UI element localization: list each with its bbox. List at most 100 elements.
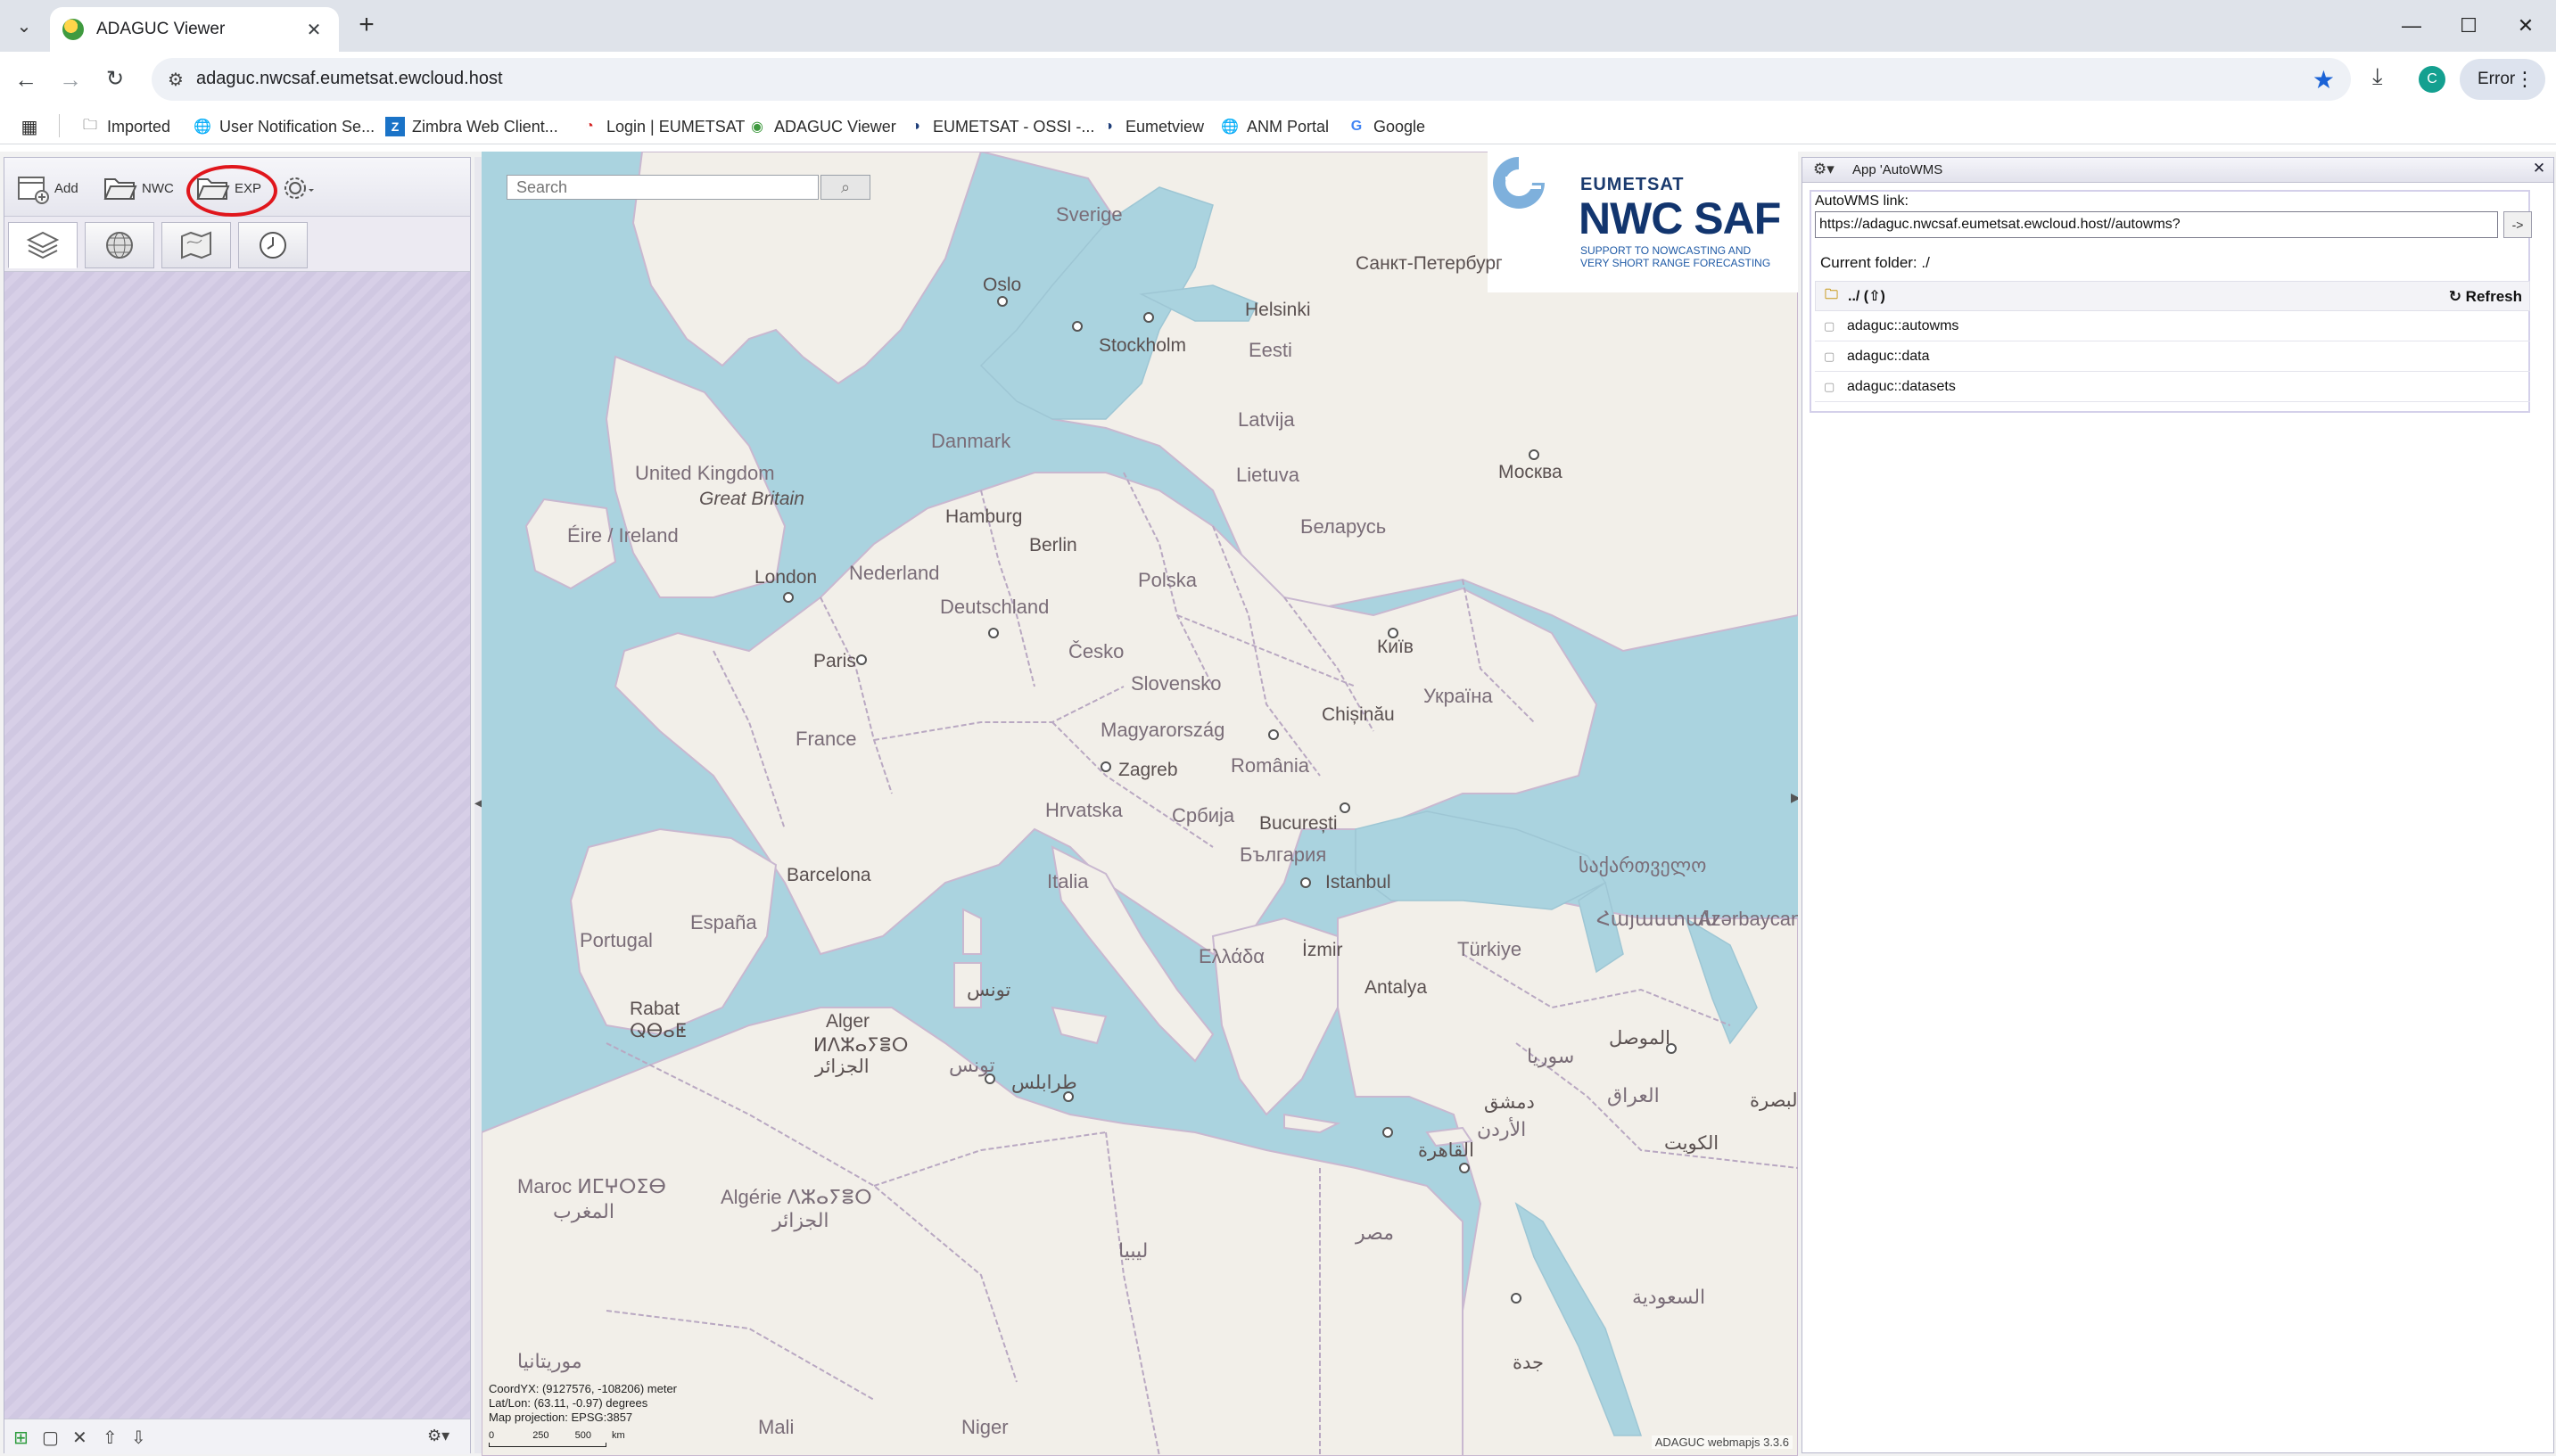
list-item[interactable]: ▢ adaguc::autowms bbox=[1815, 311, 2530, 341]
address-url[interactable]: adaguc.nwcsaf.eumetsat.ewcloud.host bbox=[196, 69, 503, 89]
settings-menu-button[interactable] bbox=[279, 169, 318, 208]
move-down-icon[interactable]: ⇩ bbox=[131, 1427, 146, 1449]
close-window-button[interactable]: ✕ bbox=[2497, 0, 2554, 52]
map-label: Portugal bbox=[580, 929, 653, 951]
logo-tagline-1: SUPPORT TO NOWCASTING AND bbox=[1580, 244, 1752, 257]
delete-layer-icon[interactable]: ✕ bbox=[72, 1427, 87, 1449]
coord-xy: CoordYX: (9127576, -108206) meter bbox=[489, 1382, 678, 1395]
duplicate-layer-icon[interactable]: ▢ bbox=[42, 1427, 59, 1449]
map-label: ليبيا bbox=[1118, 1239, 1149, 1262]
map-label: Hrvatska bbox=[1045, 799, 1123, 821]
bookmark-zimbra[interactable]: Z Zimbra Web Client... bbox=[385, 114, 558, 139]
bookmark-anm-portal[interactable]: 🌐 ANM Portal bbox=[1220, 114, 1329, 139]
move-up-icon[interactable]: ⇧ bbox=[103, 1427, 118, 1449]
refresh-button[interactable]: ↻ Refresh bbox=[2449, 288, 2522, 306]
forward-button[interactable]: → bbox=[55, 64, 86, 95]
bookmark-label: Imported bbox=[107, 117, 171, 136]
tab-search-button[interactable]: ⌄ bbox=[9, 11, 39, 41]
file-icon: ▢ bbox=[1824, 349, 1835, 363]
map-search-button[interactable]: ⌕ bbox=[820, 175, 870, 200]
map-label: Москва bbox=[1498, 462, 1562, 482]
map-label: Mali bbox=[758, 1416, 795, 1438]
map-attribution: ADAGUC webmapjs 3.3.6 bbox=[1651, 1435, 1793, 1449]
map-label: Беларусь bbox=[1300, 515, 1387, 538]
download-icon[interactable]: ⤓ bbox=[2372, 62, 2383, 91]
reload-button[interactable]: ↻ bbox=[100, 64, 130, 95]
globe-icon bbox=[106, 232, 133, 259]
address-bar[interactable]: ⚙ adaguc.nwcsaf.eumetsat.ewcloud.host ★ bbox=[152, 58, 2351, 101]
tab-projection[interactable] bbox=[85, 222, 154, 268]
add-layer-icon[interactable]: ⊞ bbox=[13, 1427, 29, 1449]
clock-icon bbox=[260, 232, 286, 259]
map-label: الأردن bbox=[1477, 1118, 1527, 1140]
left-panel-tabs bbox=[4, 217, 470, 272]
add-button[interactable]: Add bbox=[15, 169, 78, 208]
bookmark-google[interactable]: G Google bbox=[1347, 114, 1425, 139]
bookmark-label: Zimbra Web Client... bbox=[412, 117, 558, 136]
map-label: البصرة bbox=[1750, 1090, 1798, 1111]
adaguc-app: Add NWC EXP ⊞ ▢ ✕ ⇧ ⇩ ⚙▾ ◀ Search ⌕ EUME… bbox=[0, 152, 2556, 1456]
map-label: Polska bbox=[1138, 569, 1198, 591]
bookmark-eumetsat-ossi[interactable]: ◑ EUMETSAT - OSSI -... bbox=[906, 114, 1094, 139]
site-info-icon[interactable]: ⚙ bbox=[168, 69, 184, 91]
scale-unit: km bbox=[612, 1430, 625, 1441]
map-search-input[interactable] bbox=[507, 176, 818, 199]
bookmark-label: ADAGUC Viewer bbox=[774, 117, 896, 136]
browser-tab[interactable]: ADAGUC Viewer ✕ bbox=[50, 7, 339, 52]
tab-layers[interactable] bbox=[8, 222, 78, 268]
map-search-field[interactable] bbox=[507, 175, 819, 200]
folder-icon: 🗀 bbox=[82, 117, 97, 133]
map-label: Antalya bbox=[1365, 977, 1428, 998]
list-item-label: adaguc::datasets bbox=[1847, 378, 1956, 394]
profile-avatar[interactable]: C bbox=[2419, 66, 2445, 93]
bookmark-eumetview[interactable]: ◑ Eumetview bbox=[1099, 114, 1204, 139]
bookmark-user-notification[interactable]: 🌐 User Notification Se... bbox=[193, 114, 375, 139]
bookmark-label: Login | EUMETSAT bbox=[606, 117, 746, 136]
scale-bar: 0 250 500 km bbox=[489, 1430, 625, 1447]
gear-icon[interactable]: ⚙▾ bbox=[1813, 160, 1835, 178]
collapse-right-icon[interactable]: ▶ bbox=[1791, 790, 1798, 805]
map-label: Київ bbox=[1377, 637, 1414, 657]
highlight-circle bbox=[186, 165, 277, 217]
list-item[interactable]: ▢ adaguc::datasets bbox=[1815, 372, 2530, 402]
current-folder-label: Current folder: ./ bbox=[1820, 254, 1930, 271]
map-label: Rabat bbox=[630, 999, 680, 1019]
map-label: Algérie ⴷⵣⴰⵢⴻⵔ bbox=[721, 1186, 872, 1208]
kebab-menu-icon: ⋮ bbox=[2515, 68, 2535, 90]
nwc-button[interactable]: NWC bbox=[103, 169, 174, 208]
bookmark-label: Eumetview bbox=[1125, 117, 1205, 136]
search-icon: ⌕ bbox=[840, 178, 851, 196]
map-label: موريتانيا bbox=[517, 1350, 582, 1372]
map-label: Maroc ⵍⵎⵖⵔⵉⴱ bbox=[517, 1175, 666, 1197]
map-view[interactable]: ⌕ EUMETSAT NWC SAF SUPPORT TO NOWCASTING… bbox=[482, 152, 1798, 1456]
bookmark-adaguc[interactable]: ◉ ADAGUC Viewer bbox=[747, 114, 896, 139]
back-button[interactable]: ← bbox=[11, 64, 41, 95]
tab-title: ADAGUC Viewer bbox=[96, 20, 226, 38]
add-label: Add bbox=[54, 180, 78, 196]
minimize-button[interactable]: — bbox=[2383, 0, 2440, 52]
new-tab-button[interactable]: + bbox=[351, 11, 382, 41]
bookmark-imported[interactable]: 🗀 Imported bbox=[80, 114, 170, 139]
close-icon[interactable]: ✕ bbox=[2530, 160, 2548, 177]
map-label: تونس bbox=[949, 1054, 995, 1076]
tab-time[interactable] bbox=[238, 222, 308, 268]
bookmark-login-eumetsat[interactable]: ◔ Login | EUMETSAT bbox=[580, 114, 745, 139]
map-label: Berlin bbox=[1029, 535, 1077, 555]
apps-grid-icon[interactable]: ▦ bbox=[20, 114, 46, 139]
tab-basemap[interactable] bbox=[161, 222, 231, 268]
autowms-go-button[interactable]: -> bbox=[2503, 211, 2532, 238]
list-item[interactable]: ▢ adaguc::data bbox=[1815, 341, 2530, 372]
error-menu-button[interactable]: Error ⋮ bbox=[2460, 59, 2545, 100]
scale-bar-line bbox=[489, 1443, 606, 1447]
tab-close-icon[interactable]: ✕ bbox=[301, 19, 326, 41]
map-label: Zagreb bbox=[1118, 760, 1178, 780]
map-label: Србија bbox=[1172, 804, 1235, 827]
file-icon: ▢ bbox=[1824, 318, 1835, 333]
left-splitter[interactable]: ◀ bbox=[474, 157, 484, 1453]
autowms-link-input[interactable]: https://adaguc.nwcsaf.eumetsat.ewcloud.h… bbox=[1815, 211, 2498, 238]
map-label: Санкт-Петербург bbox=[1356, 253, 1503, 274]
maximize-button[interactable]: ☐ bbox=[2440, 0, 2497, 52]
bookmark-star-icon[interactable]: ★ bbox=[2313, 65, 2335, 95]
layer-settings-gear-icon[interactable]: ⚙▾ bbox=[427, 1427, 449, 1445]
parent-folder-row[interactable]: 🗀 ../ (⇧) ↻ Refresh bbox=[1815, 281, 2530, 311]
